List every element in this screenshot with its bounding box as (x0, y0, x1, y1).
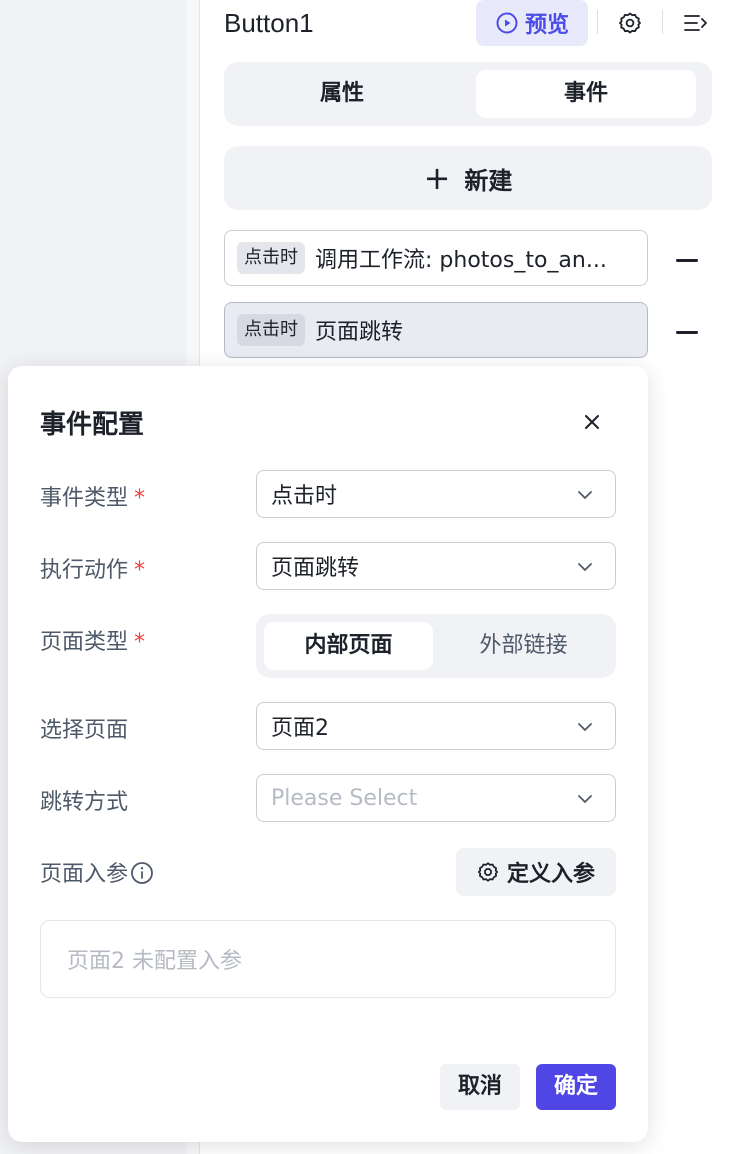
page-type-internal[interactable]: 内部页面 (264, 622, 433, 670)
jump-mode-select[interactable]: Please Select (256, 774, 616, 822)
event-type-select[interactable]: 点击时 (256, 470, 616, 518)
jump-mode-label: 跳转方式 (40, 790, 129, 815)
page-params-empty: 页面2 未配置入参 (40, 920, 616, 998)
action-label-text: 执行动作 (40, 558, 129, 583)
required-mark: * (134, 630, 146, 655)
gear-icon (619, 12, 641, 34)
collapse-panel-button[interactable] (682, 9, 710, 37)
chevron-down-icon (578, 563, 592, 571)
tab-events[interactable]: 事件 (476, 70, 696, 118)
minus-icon[interactable] (676, 259, 698, 262)
event-item-selected[interactable]: 点击时 页面跳转 (224, 302, 648, 358)
chevron-down-icon (578, 491, 592, 499)
action-select[interactable]: 页面跳转 (256, 542, 616, 590)
event-type-value: 点击时 (271, 484, 338, 509)
action-value: 页面跳转 (271, 556, 360, 581)
chevron-down-icon (578, 723, 592, 731)
event-trigger-badge: 点击时 (237, 314, 305, 346)
page-type-segmented: 内部页面 外部链接 (256, 614, 616, 678)
confirm-button[interactable]: 确定 (536, 1064, 616, 1110)
plus-icon: + (423, 159, 451, 197)
chevron-down-icon (578, 795, 592, 803)
event-item[interactable]: 点击时 调用工作流: photos_to_an... (224, 230, 648, 286)
settings-button[interactable] (616, 9, 644, 37)
header-divider (597, 10, 598, 34)
page-select-label: 选择页面 (40, 718, 129, 743)
preview-button[interactable]: 预览 (476, 0, 588, 46)
event-type-label-text: 事件类型 (40, 486, 129, 511)
page-value: 页面2 (271, 716, 329, 741)
gear-icon (477, 862, 499, 882)
event-description: 页面跳转 (315, 320, 404, 345)
cancel-button[interactable]: 取消 (440, 1064, 520, 1110)
define-params-label: 定义入参 (506, 862, 595, 887)
info-icon[interactable] (130, 861, 154, 885)
page-params-label: 页面入参 (40, 856, 154, 888)
header-divider (662, 10, 663, 34)
page-type-label: 页面类型 * (40, 624, 145, 656)
preview-label: 预览 (524, 13, 569, 38)
define-params-button[interactable]: 定义入参 (456, 848, 616, 896)
component-name: Button1 (224, 8, 314, 38)
action-label: 执行动作 * (40, 552, 145, 584)
new-event-button[interactable]: + 新建 (224, 146, 712, 210)
collapse-panel-icon (684, 15, 707, 31)
page-params-label-text: 页面入参 (40, 862, 129, 887)
play-circle-icon (496, 12, 518, 34)
close-icon[interactable] (578, 408, 606, 436)
required-mark: * (134, 486, 146, 511)
tab-attributes[interactable]: 属性 (224, 70, 460, 118)
dialog-title: 事件配置 (40, 410, 145, 440)
minus-icon[interactable] (676, 331, 698, 334)
event-config-dialog: 事件配置 事件类型 * 点击时 执行动作 * 页面跳转 页面类型 * 内部页面 外部链… (8, 366, 648, 1142)
event-trigger-badge: 点击时 (237, 242, 305, 274)
page-select[interactable]: 页面2 (256, 702, 616, 750)
page-type-label-text: 页面类型 (40, 630, 129, 655)
event-type-label: 事件类型 * (40, 480, 145, 512)
event-description: 调用工作流: photos_to_an... (315, 248, 607, 273)
new-event-label: 新建 (464, 166, 513, 195)
required-mark: * (134, 558, 146, 583)
panel-tabs: 属性 事件 (224, 62, 712, 126)
page-type-external[interactable]: 外部链接 (439, 622, 608, 670)
jump-mode-placeholder: Please Select (271, 785, 418, 811)
